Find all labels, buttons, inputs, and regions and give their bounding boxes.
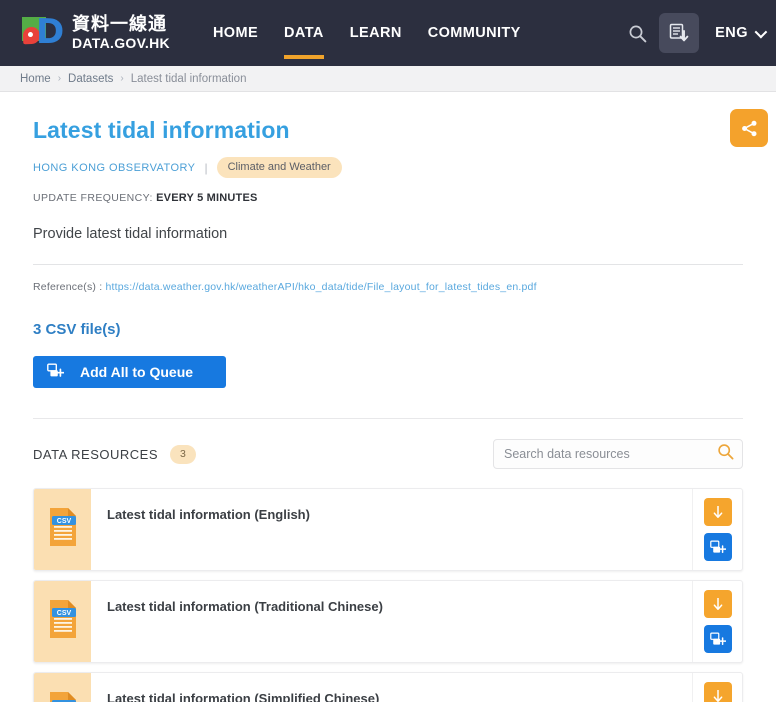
top-navbar: D 資料一線通 DATA.GOV.HK HOME DATA LEARN COMM… xyxy=(0,0,776,66)
resource-actions xyxy=(692,673,742,702)
csv-file-icon: CSV xyxy=(46,506,80,553)
reference-label: Reference(s) : xyxy=(33,281,103,293)
resource-icon-panel: CSV xyxy=(34,489,91,570)
download-button[interactable] xyxy=(703,498,732,526)
language-label: ENG xyxy=(715,25,748,41)
nav-item-data[interactable]: DATA xyxy=(271,0,337,66)
brand-name-en: DATA.GOV.HK xyxy=(72,35,170,51)
add-all-to-queue-button[interactable]: Add All to Queue xyxy=(33,356,226,388)
add-to-queue-button[interactable] xyxy=(703,533,732,561)
resource-name: Latest tidal information (Traditional Ch… xyxy=(107,599,383,614)
resources-count-badge: 3 xyxy=(169,444,196,464)
search-icon[interactable] xyxy=(717,443,734,465)
resource-search[interactable] xyxy=(493,439,743,469)
breadcrumb: Home › Datasets › Latest tidal informati… xyxy=(0,66,776,92)
divider xyxy=(33,264,743,265)
list-item[interactable]: CSV Latest tidal information (Simplified… xyxy=(33,672,743,702)
share-button[interactable] xyxy=(730,109,768,147)
download-button[interactable] xyxy=(703,682,732,702)
resource-icon-panel: CSV xyxy=(34,581,91,662)
dataset-meta: HONG KONG OBSERVATORY | Climate and Weat… xyxy=(33,157,743,178)
resource-name: Latest tidal information (Simplified Chi… xyxy=(107,691,380,702)
dataset-description: Provide latest tidal information xyxy=(33,226,228,242)
nav-item-community[interactable]: COMMUNITY xyxy=(415,0,534,66)
datagovhk-logo-icon: D xyxy=(20,13,64,53)
site-brand[interactable]: D 資料一線通 DATA.GOV.HK xyxy=(20,13,170,53)
update-frequency-value: EVERY 5 MINUTES xyxy=(156,192,258,204)
resource-actions xyxy=(692,581,742,662)
breadcrumb-item-home[interactable]: Home xyxy=(20,73,51,85)
add-all-to-queue-label: Add All to Queue xyxy=(80,364,194,380)
list-item[interactable]: CSV Latest tidal information (Traditiona… xyxy=(33,580,743,663)
resource-list: CSV Latest tidal information (English) C… xyxy=(33,488,743,702)
page-title: Latest tidal information xyxy=(33,117,290,143)
breadcrumb-item-current: Latest tidal information xyxy=(130,72,247,85)
update-frequency-label: UPDATE FREQUENCY: xyxy=(33,192,153,204)
reference-link[interactable]: https://data.weather.gov.hk/weatherAPI/h… xyxy=(105,281,536,293)
meta-divider: | xyxy=(204,160,208,175)
nav-item-home[interactable]: HOME xyxy=(200,0,271,66)
svg-text:CSV: CSV xyxy=(56,518,71,525)
add-to-queue-button[interactable] xyxy=(703,625,732,653)
svg-text:CSV: CSV xyxy=(56,610,71,617)
file-count-text: 3 CSV file(s) xyxy=(33,321,121,338)
resource-name: Latest tidal information (English) xyxy=(107,507,310,522)
primary-nav: HOME DATA LEARN COMMUNITY xyxy=(200,0,534,66)
reference-line: Reference(s) : https://data.weather.gov.… xyxy=(33,281,743,293)
dataset-provider[interactable]: HONG KONG OBSERVATORY xyxy=(33,162,195,174)
csv-file-icon: CSV xyxy=(46,690,80,702)
breadcrumb-item-datasets[interactable]: Datasets xyxy=(68,73,113,85)
nav-item-learn[interactable]: LEARN xyxy=(337,0,415,66)
resources-header-left: DATA RESOURCES 3 xyxy=(33,444,196,464)
resources-header: DATA RESOURCES 3 xyxy=(33,439,743,469)
breadcrumb-separator: › xyxy=(120,73,124,84)
resource-icon-panel: CSV xyxy=(34,673,91,702)
update-frequency: UPDATE FREQUENCY: EVERY 5 MINUTES xyxy=(33,192,743,204)
logo-letter-d: D xyxy=(36,12,65,52)
list-item[interactable]: CSV Latest tidal information (English) xyxy=(33,488,743,571)
resource-actions xyxy=(692,489,742,570)
resource-info: Latest tidal information (Traditional Ch… xyxy=(91,581,692,662)
search-icon[interactable] xyxy=(617,13,657,53)
brand-name-cn: 資料一線通 xyxy=(72,14,167,35)
language-selector[interactable]: ENG xyxy=(701,25,768,41)
chevron-down-icon xyxy=(754,25,768,38)
csv-file-icon: CSV xyxy=(46,598,80,645)
brand-text: 資料一線通 DATA.GOV.HK xyxy=(72,14,170,52)
breadcrumb-separator: › xyxy=(57,73,62,84)
download-queue-button[interactable] xyxy=(659,13,700,53)
resource-info: Latest tidal information (Simplified Chi… xyxy=(91,673,692,702)
search-input[interactable] xyxy=(504,447,717,461)
resources-heading: DATA RESOURCES xyxy=(33,446,158,462)
status-badge[interactable]: Climate and Weather xyxy=(216,157,342,178)
download-button[interactable] xyxy=(703,590,732,618)
navbar-right-actions: ENG xyxy=(617,0,768,66)
divider xyxy=(33,418,743,419)
resource-info: Latest tidal information (English) xyxy=(91,489,692,570)
dataset-page: Latest tidal information HONG KONG OBSER… xyxy=(0,92,776,702)
add-to-queue-icon xyxy=(47,363,65,382)
